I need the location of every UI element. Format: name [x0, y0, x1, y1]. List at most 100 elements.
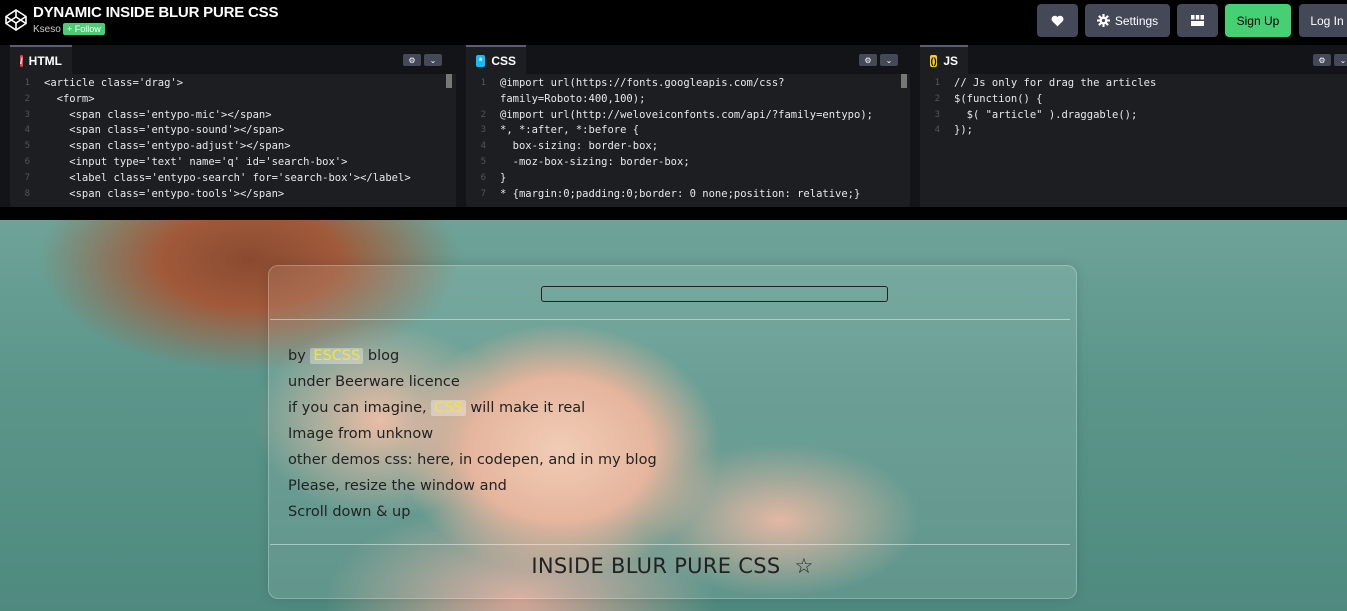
article-line-text: Image from unknow: [288, 426, 434, 442]
article-line: Image from unknow: [288, 421, 657, 447]
js-chevron-down-icon[interactable]: ⌄: [1334, 54, 1347, 66]
code-line[interactable]: <span class='entypo-sound'></span>: [44, 123, 284, 139]
tab-css[interactable]: * CSS: [466, 45, 526, 74]
line-number: 4: [24, 125, 30, 136]
highlight-link[interactable]: ESCSS: [310, 348, 364, 364]
code-line[interactable]: <form>: [44, 92, 95, 108]
codepen-logo-icon[interactable]: [5, 9, 27, 31]
login-button[interactable]: Log In: [1299, 4, 1347, 37]
code-line[interactable]: <article class='drag'>: [44, 76, 183, 92]
tab-js[interactable]: () JS: [920, 45, 968, 74]
settings-label: Settings: [1114, 13, 1159, 28]
layout-icon: [1191, 15, 1204, 26]
article-line: Scroll down & up: [288, 499, 657, 525]
code-line[interactable]: box-sizing: border-box;: [500, 139, 658, 155]
line-number: 2: [934, 93, 940, 104]
line-number: 2: [24, 93, 30, 104]
line-number: 6: [24, 157, 30, 167]
js-pane-buttons: ⚙ ⌄: [1313, 54, 1347, 66]
line-number: 3: [480, 125, 486, 136]
js-editor[interactable]: () JS ⚙ ⌄ 1 // Js only for drag the artic…: [920, 45, 1347, 207]
tab-html[interactable]: / HTML: [10, 45, 72, 74]
js-tab-label: JS: [943, 53, 958, 68]
js-code[interactable]: 1 // Js only for drag the articles 2 $(func…: [920, 76, 1347, 207]
article-line-text: will make it real: [465, 400, 586, 416]
star-icon[interactable]: ☆: [794, 554, 813, 578]
css-editor[interactable]: * CSS ⚙ ⌄ 1 @import url(https://fonts.goo…: [466, 45, 910, 207]
divider-bottom: [270, 544, 1070, 545]
html-code[interactable]: 1 <article class='drag'> 2 <form> 3 <span c…: [10, 76, 456, 207]
signup-button[interactable]: Sign Up: [1225, 4, 1291, 37]
article-footer-title: INSIDE BLUR PURE CSS ☆: [269, 554, 1076, 578]
article-line: Please, resize the window and: [288, 473, 657, 499]
search-input[interactable]: [541, 286, 888, 302]
code-line[interactable]: <input type='text' name='q' id='search-b…: [44, 155, 347, 171]
line-number: 3: [24, 109, 30, 120]
line-number: 1: [934, 78, 940, 88]
code-line[interactable]: @import url(http://weloveiconfonts.com/a…: [500, 108, 873, 124]
editors-panel: / HTML ⚙ ⌄ 1 <article class='drag'> 2 <for…: [0, 45, 1347, 207]
code-line[interactable]: @import url(https://fonts.googleapis.com…: [500, 76, 784, 92]
article-line: under Beerware licence: [288, 369, 657, 395]
article-line-text: under Beerware licence: [288, 374, 460, 390]
line-number: 7: [480, 188, 486, 199]
code-line[interactable]: });: [954, 123, 973, 139]
blur-article-card[interactable]: by ESCSS blog under Beerware licence if yo…: [268, 265, 1077, 599]
article-line-text: blog: [363, 348, 400, 364]
article-line-text: if you can imagine,: [288, 400, 432, 416]
line-number: 2: [480, 109, 486, 120]
follow-button[interactable]: + Follow: [63, 23, 105, 35]
code-line[interactable]: <span class='entypo-adjust'></span>: [44, 139, 290, 155]
article-line-text: other demos css: here, in codepen, and i…: [288, 452, 657, 468]
gear-icon: [1096, 14, 1110, 27]
line-number: 7: [24, 172, 30, 183]
line-number: 6: [480, 172, 486, 183]
css-pane-buttons: ⚙ ⌄: [859, 54, 898, 66]
code-line[interactable]: }: [500, 171, 506, 187]
code-line[interactable]: $(function() {: [954, 92, 1043, 108]
line-number: 4: [934, 125, 940, 136]
article-line: by ESCSS blog: [288, 343, 657, 369]
css-code[interactable]: 1 @import url(https://fonts.googleapis.co…: [466, 76, 910, 207]
article-line: if you can imagine, CSS will make it rea…: [288, 395, 657, 421]
css-icon: *: [476, 54, 486, 67]
html-settings-gear-icon[interactable]: ⚙: [403, 54, 421, 66]
js-settings-gear-icon[interactable]: ⚙: [1313, 54, 1331, 66]
line-number: 5: [480, 157, 486, 167]
code-line[interactable]: -moz-box-sizing: border-box;: [500, 155, 690, 171]
author-name[interactable]: Kseso: [33, 24, 61, 35]
code-line[interactable]: $( "article" ).draggable();: [954, 108, 1138, 124]
line-number: 4: [480, 141, 486, 152]
article-text: by ESCSS blog under Beerware licence if yo…: [288, 343, 657, 525]
footer-title-text: INSIDE BLUR PURE CSS: [531, 554, 781, 578]
html-editor[interactable]: / HTML ⚙ ⌄ 1 <article class='drag'> 2 <for…: [10, 45, 456, 207]
code-line[interactable]: <span class='entypo-mic'></span>: [44, 108, 271, 124]
divider-top: [270, 319, 1070, 320]
line-number: 1: [24, 78, 30, 88]
code-line[interactable]: <label class='entypo-search' for='search…: [44, 171, 410, 187]
article-line-text: Please, resize the window and: [288, 478, 507, 494]
line-number: 5: [24, 141, 30, 152]
html-chevron-down-icon[interactable]: ⌄: [424, 54, 442, 66]
heart-icon: [1051, 15, 1064, 26]
top-header: DYNAMIC INSIDE BLUR PURE CSS Kseso + Fol…: [0, 0, 1347, 45]
js-icon: (): [930, 54, 938, 67]
like-button[interactable]: [1037, 4, 1078, 37]
code-line[interactable]: *, *:after, *:before {: [500, 123, 639, 139]
code-line[interactable]: <span class='entypo-tools'></span>: [44, 187, 284, 203]
html-pane-buttons: ⚙ ⌄: [403, 54, 442, 66]
css-chevron-down-icon[interactable]: ⌄: [880, 54, 898, 66]
code-line[interactable]: * {margin:0;padding:0;border: 0 none;pos…: [500, 187, 860, 203]
html-icon: /: [20, 54, 23, 67]
line-number: 3: [934, 109, 940, 120]
article-line-text: Scroll down & up: [288, 504, 411, 520]
settings-button[interactable]: Settings: [1085, 4, 1170, 37]
code-line[interactable]: // Js only for drag the articles: [954, 76, 1156, 92]
css-tab-label: CSS: [491, 53, 516, 68]
code-line[interactable]: family=Roboto:400,100);: [500, 92, 645, 108]
change-view-button[interactable]: [1177, 4, 1218, 37]
js-tabbar: () JS ⚙ ⌄: [920, 45, 1347, 74]
css-settings-gear-icon[interactable]: ⚙: [859, 54, 877, 66]
highlight-link[interactable]: CSS: [431, 400, 466, 416]
pen-title: DYNAMIC INSIDE BLUR PURE CSS: [33, 4, 279, 21]
